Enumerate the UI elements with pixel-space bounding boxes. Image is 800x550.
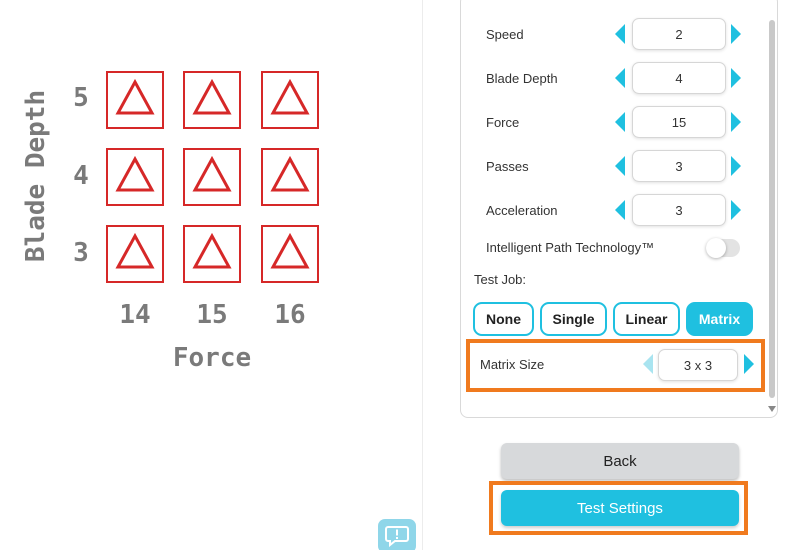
column-label: 15 bbox=[196, 300, 228, 330]
matrix-cell bbox=[261, 71, 319, 129]
column-label: 14 bbox=[119, 300, 151, 330]
blade-depth-label: Blade Depth bbox=[486, 71, 558, 86]
matrix-preview: Blade Depth Force 5 4 3 14 15 16 bbox=[0, 0, 422, 550]
blade-depth-value[interactable]: 4 bbox=[632, 62, 726, 94]
chevron-left-icon[interactable] bbox=[643, 354, 653, 374]
triangle-icon bbox=[115, 232, 155, 269]
speed-value[interactable]: 2 bbox=[632, 18, 726, 50]
chevron-right-icon[interactable] bbox=[744, 354, 754, 374]
matrix-cell bbox=[183, 71, 241, 129]
matrix-cell bbox=[183, 148, 241, 206]
panel-divider bbox=[422, 0, 423, 550]
matrix-cell bbox=[261, 148, 319, 206]
acceleration-label: Acceleration bbox=[486, 203, 558, 218]
passes-value[interactable]: 3 bbox=[632, 150, 726, 182]
y-axis-title: Blade Depth bbox=[21, 89, 51, 263]
scroll-down-icon[interactable] bbox=[768, 406, 776, 412]
feedback-button[interactable] bbox=[378, 519, 416, 550]
row-label: 5 bbox=[73, 83, 89, 113]
feedback-icon bbox=[385, 526, 409, 547]
chevron-right-icon[interactable] bbox=[731, 156, 741, 176]
matrix-cell bbox=[261, 225, 319, 283]
passes-label: Passes bbox=[486, 159, 529, 174]
chevron-right-icon[interactable] bbox=[731, 68, 741, 88]
matrix-cell bbox=[106, 148, 164, 206]
back-button[interactable]: Back bbox=[501, 443, 739, 479]
triangle-icon bbox=[270, 155, 310, 192]
triangle-icon bbox=[270, 232, 310, 269]
chevron-left-icon[interactable] bbox=[615, 200, 625, 220]
toggle-knob bbox=[706, 238, 726, 258]
x-axis-title: Force bbox=[172, 343, 252, 373]
acceleration-value[interactable]: 3 bbox=[632, 194, 726, 226]
scrollbar-thumb[interactable] bbox=[769, 20, 775, 398]
test-job-label: Test Job: bbox=[474, 272, 527, 287]
intelligent-path-label: Intelligent Path Technology™ bbox=[486, 240, 655, 255]
matrix-size-label: Matrix Size bbox=[480, 357, 545, 372]
row-label: 4 bbox=[73, 161, 89, 191]
chevron-left-icon[interactable] bbox=[615, 68, 625, 88]
matrix-size-value[interactable]: 3 x 3 bbox=[658, 349, 738, 381]
speed-label: Speed bbox=[486, 27, 524, 42]
force-value[interactable]: 15 bbox=[632, 106, 726, 138]
triangle-icon bbox=[192, 232, 232, 269]
matrix-cell bbox=[106, 71, 164, 129]
triangle-icon bbox=[192, 155, 232, 192]
chevron-right-icon[interactable] bbox=[731, 24, 741, 44]
force-label: Force bbox=[486, 115, 520, 130]
test-job-single-button[interactable]: Single bbox=[540, 302, 607, 336]
test-settings-button[interactable]: Test Settings bbox=[501, 490, 739, 526]
triangle-icon bbox=[270, 78, 310, 115]
test-job-matrix-button[interactable]: Matrix bbox=[686, 302, 753, 336]
scrollbar[interactable] bbox=[766, 0, 778, 418]
chevron-right-icon[interactable] bbox=[731, 112, 741, 132]
test-job-linear-button[interactable]: Linear bbox=[613, 302, 680, 336]
triangle-icon bbox=[115, 155, 155, 192]
chevron-left-icon[interactable] bbox=[615, 156, 625, 176]
test-job-none-button[interactable]: None bbox=[473, 302, 534, 336]
chevron-right-icon[interactable] bbox=[731, 200, 741, 220]
triangle-icon bbox=[115, 78, 155, 115]
matrix-cell bbox=[183, 225, 241, 283]
row-label: 3 bbox=[73, 238, 89, 268]
intelligent-path-toggle[interactable] bbox=[706, 238, 740, 258]
column-label: 16 bbox=[274, 300, 306, 330]
chevron-left-icon[interactable] bbox=[615, 24, 625, 44]
chevron-left-icon[interactable] bbox=[615, 112, 625, 132]
triangle-icon bbox=[192, 78, 232, 115]
matrix-cell bbox=[106, 225, 164, 283]
